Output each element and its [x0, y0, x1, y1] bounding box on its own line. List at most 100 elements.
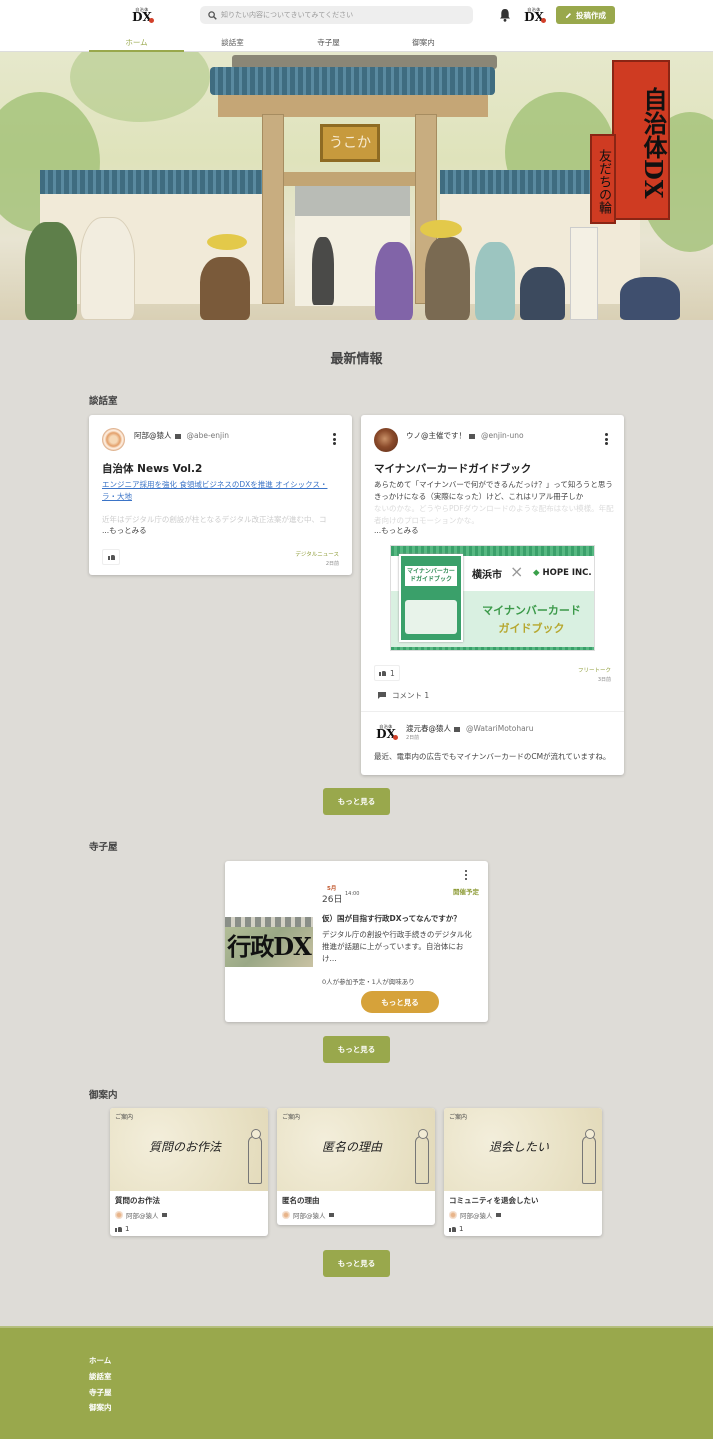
search-input[interactable]	[221, 11, 461, 19]
badge-icon	[174, 433, 181, 439]
nav-tab-danwashitsu[interactable]: 談話室	[185, 33, 280, 52]
guide-card[interactable]: ご案内 匿名の理由 匿名の理由 阿部@猿人	[277, 1108, 435, 1225]
thumbs-up-icon	[115, 1226, 122, 1232]
post-title[interactable]: 自治体 News Vol.2	[102, 461, 202, 476]
hero-tree	[70, 52, 210, 122]
monk-illustration	[248, 1129, 262, 1184]
guide-image: ご案内 匿名の理由	[277, 1108, 435, 1191]
post-card[interactable]: 阿部@猿人 @abe-enjin 自治体 News Vol.2 エンジニア採用を強…	[89, 415, 352, 575]
site-footer: ホーム 談話室 寺子屋 御案内	[0, 1326, 713, 1439]
badge-icon	[469, 433, 475, 439]
comment-text: 最近、電車内の広告でもマイナンバーカードのCMが流れていますね。	[374, 752, 611, 761]
comments-toggle[interactable]: コメント 1	[378, 690, 429, 701]
create-post-button[interactable]: 投稿作成	[556, 6, 615, 24]
search-icon	[208, 10, 217, 20]
post-title[interactable]: マイナンバーカードガイドブック	[374, 461, 531, 476]
footer-link-home[interactable]: ホーム	[89, 1355, 111, 1366]
hero-gate-post	[262, 114, 284, 304]
monk-illustration	[415, 1129, 429, 1184]
guide-author[interactable]: 阿部@猿人	[115, 1210, 167, 1220]
read-more-link[interactable]: ...もっとみる	[374, 525, 419, 536]
site-logo[interactable]: 自治体 DX	[131, 5, 154, 25]
guide-image: ご案内 退会したい	[444, 1108, 602, 1191]
hero-figure	[620, 277, 680, 320]
post-author[interactable]: ウノ@主催です！ @enjin-uno	[406, 430, 524, 441]
event-attendance: 0人が参加予定・1人が興味あり	[322, 978, 415, 986]
hero-figure	[200, 257, 250, 320]
guide-image: ご案内 質問のお作法	[110, 1108, 268, 1191]
hero-gate-plaque: うこか	[320, 124, 380, 162]
like-button[interactable]: 1	[374, 665, 400, 681]
event-image[interactable]: 行政DX	[225, 917, 313, 967]
guidebook-cover: マイナンバーカードガイドブック	[399, 554, 463, 642]
thumbs-up-icon	[107, 554, 115, 560]
hero-gate-crossbeam	[284, 172, 415, 186]
guide-likes[interactable]: 1	[449, 1225, 463, 1233]
event-day: 26日	[322, 895, 343, 905]
guide-title[interactable]: 匿名の理由	[282, 1195, 320, 1206]
nav-tab-home[interactable]: ホーム	[89, 33, 184, 52]
nav-tab-goannai[interactable]: 御案内	[376, 33, 471, 52]
commenter-avatar[interactable]: 自治体 DX	[374, 721, 398, 743]
badge-icon	[454, 726, 460, 732]
footer-link-danwashitsu[interactable]: 談話室	[89, 1371, 112, 1382]
author-avatar	[282, 1211, 290, 1219]
footer-link-goannai[interactable]: 御案内	[89, 1402, 112, 1413]
more-options-icon[interactable]	[331, 433, 337, 445]
hero-title-sign: 自治体DX	[612, 60, 670, 220]
post-card[interactable]: ウノ@主催です！ @enjin-uno マイナンバーカードガイドブック あらためて…	[361, 415, 624, 775]
event-more-button[interactable]: もっと見る	[361, 991, 439, 1013]
hero-wall-roof	[40, 170, 265, 194]
guide-title[interactable]: コミュニティを退会したい	[449, 1195, 539, 1206]
event-card[interactable]: 行政DX 5月 26日 14:00 開催予定 仮）国が目指す行政DXってなんです…	[225, 861, 488, 1022]
hero-signboard	[570, 227, 598, 320]
author-avatar	[449, 1211, 457, 1219]
more-options-icon[interactable]	[463, 870, 469, 880]
site-header: 自治体 DX 自治体 DX 投稿作成 ホーム 談話室 寺子屋 御案内	[0, 0, 713, 52]
hero-wall-roof	[440, 170, 590, 194]
hero-gate-beam	[218, 95, 488, 117]
post-tag[interactable]: デジタルニュース	[295, 550, 339, 558]
guide-author[interactable]: 阿部@猿人	[449, 1210, 501, 1220]
hero-hat	[207, 234, 247, 250]
divider	[361, 711, 624, 712]
hero-subtitle-sign: 友だちの輪	[590, 134, 616, 224]
footer-link-terakoya[interactable]: 寺子屋	[89, 1387, 112, 1398]
hero-hat	[420, 220, 462, 238]
comment-icon	[378, 692, 386, 699]
hope-logo: ◆ HOPE INC.	[533, 568, 592, 578]
guide-title[interactable]: 質問のお作法	[115, 1195, 160, 1206]
goannai-more-button[interactable]: もっと見る	[323, 1250, 390, 1277]
author-avatar[interactable]	[102, 428, 125, 451]
monk-illustration	[582, 1129, 596, 1184]
nav-tab-terakoya[interactable]: 寺子屋	[281, 33, 376, 52]
search-bar[interactable]	[200, 6, 473, 24]
guide-card[interactable]: ご案内 質問のお作法 質問のお作法 阿部@猿人 1	[110, 1108, 268, 1236]
post-link[interactable]: エンジニア採用を強化 食領域ビジネスのDXを推進 オイシックス・ラ・大地	[102, 479, 339, 503]
more-options-icon[interactable]	[603, 433, 609, 445]
author-avatar	[115, 1211, 123, 1219]
user-avatar[interactable]: 自治体 DX	[524, 6, 546, 24]
hero-figure	[475, 242, 515, 320]
like-button[interactable]	[102, 549, 120, 565]
notification-bell-icon[interactable]	[499, 8, 511, 22]
hero-figure	[375, 242, 413, 320]
comment-author[interactable]: 渡元春@猿人 @WatariMotoharu	[406, 723, 534, 734]
guide-card[interactable]: ご案内 退会したい コミュニティを退会したい 阿部@猿人 1	[444, 1108, 602, 1236]
hero-figure	[80, 217, 135, 320]
author-avatar[interactable]	[374, 428, 398, 452]
badge-icon	[495, 1213, 501, 1217]
hero-figure	[25, 222, 77, 320]
guide-likes[interactable]: 1	[115, 1225, 129, 1233]
post-author[interactable]: 阿部@猿人 @abe-enjin	[134, 430, 229, 441]
post-image[interactable]: マイナンバーカードガイドブック 横浜市 × ◆ HOPE INC. マイナンバー…	[390, 545, 595, 651]
hero-banner: うこか 自治体DX 友だちの輪	[0, 52, 713, 320]
thumbs-up-icon	[379, 670, 386, 676]
danwashitsu-more-button[interactable]: もっと見る	[323, 788, 390, 815]
post-tag[interactable]: フリートーク	[578, 666, 611, 674]
read-more-link[interactable]: ...もっとみる	[102, 525, 147, 536]
post-excerpt: あらためて「マイナンバーで何ができるんだっけ？」って知ろうと思うきっかけになる（…	[374, 480, 613, 501]
terakoya-more-button[interactable]: もっと見る	[323, 1036, 390, 1063]
guide-author[interactable]: 阿部@猿人	[282, 1210, 334, 1220]
event-title[interactable]: 仮）国が目指す行政DXってなんですか？	[322, 913, 461, 924]
